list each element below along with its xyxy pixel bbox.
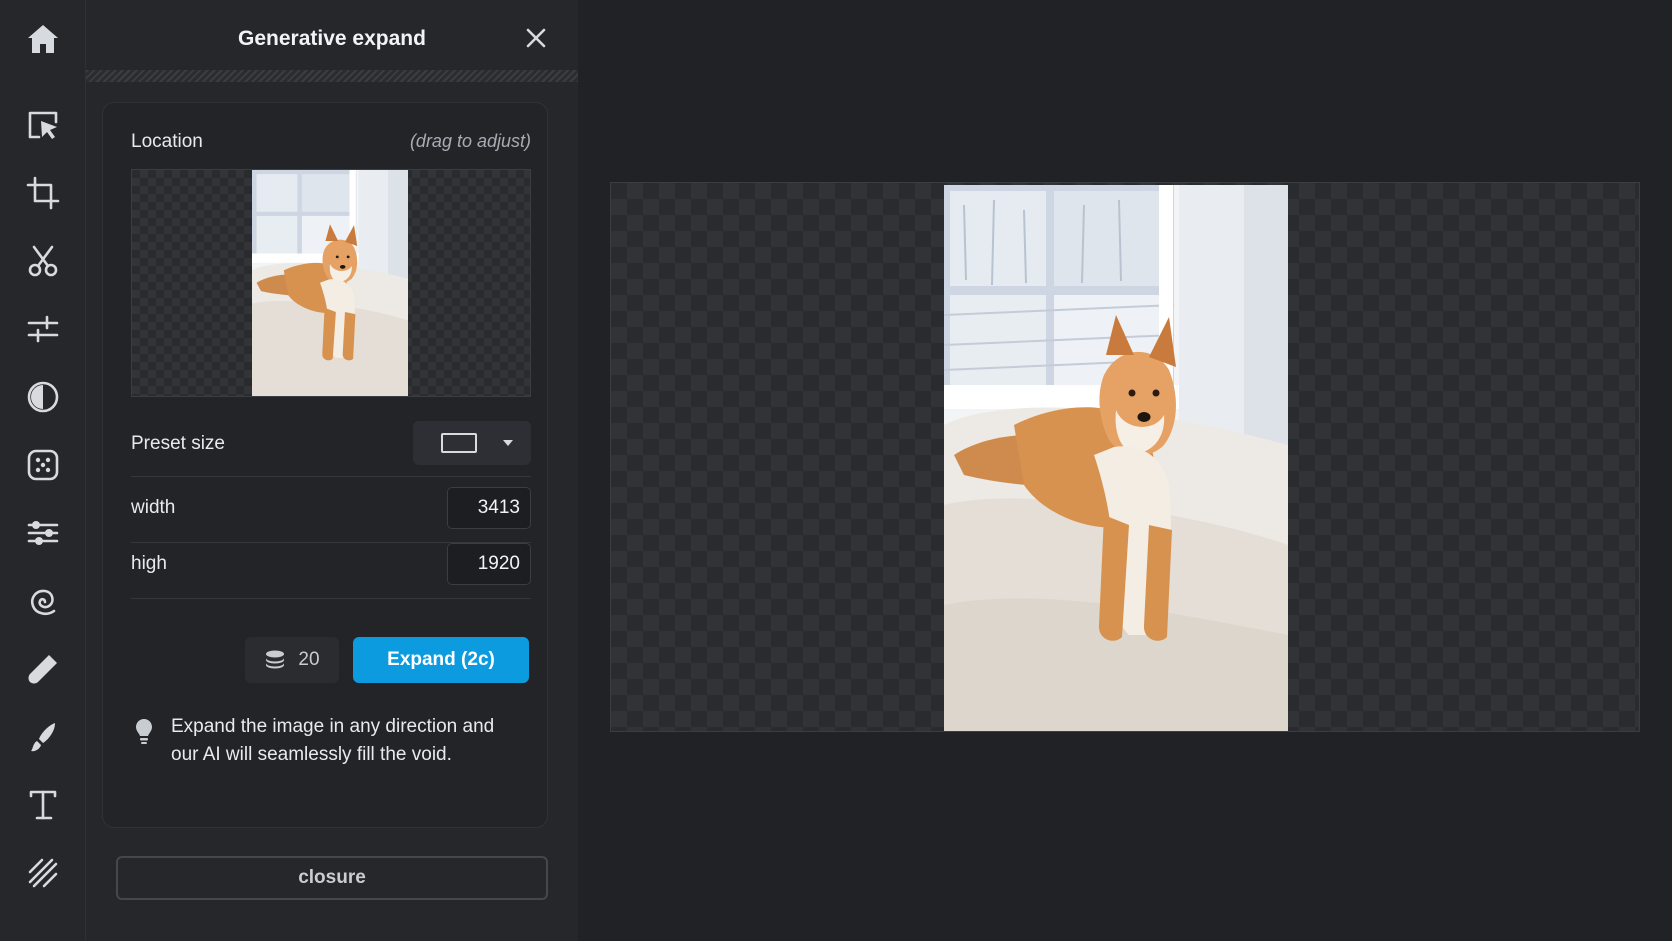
retouch-tool-button[interactable] (18, 644, 68, 694)
effects-icon (27, 521, 59, 545)
width-row: width (131, 487, 531, 543)
dog-photo[interactable] (944, 185, 1288, 731)
location-preview[interactable] (131, 169, 531, 397)
lightbulb-icon (136, 719, 152, 744)
aspect-rectangle-icon (441, 433, 477, 453)
header-divider (86, 70, 578, 82)
select-icon (28, 111, 58, 139)
panel-title: Generative expand (238, 27, 426, 50)
close-icon (526, 28, 546, 48)
canvas-area (578, 0, 1672, 941)
home-button[interactable] (18, 14, 68, 64)
credits-count: 20 (298, 649, 320, 670)
paint-tool-button[interactable] (18, 712, 68, 762)
closure-button[interactable]: closure (116, 856, 548, 900)
width-label: width (131, 497, 176, 518)
contrast-tool-button[interactable] (18, 372, 68, 422)
liquify-icon (30, 589, 56, 616)
shiba-inu-image (944, 185, 1288, 731)
location-row: Location (drag to adjust) (131, 131, 531, 153)
chevron-down-icon (503, 440, 513, 446)
expand-button[interactable]: Expand (2c) (353, 637, 529, 683)
height-row: high (131, 543, 531, 599)
preset-size-row: Preset size (131, 421, 531, 477)
location-label: Location (131, 131, 203, 152)
preview-thumbnail[interactable] (252, 170, 408, 396)
pattern-icon (28, 858, 58, 888)
filter-tool-button[interactable] (18, 440, 68, 490)
expand-canvas[interactable] (610, 182, 1640, 732)
adjust-icon (27, 315, 59, 343)
select-tool-button[interactable] (18, 100, 68, 150)
location-hint: (drag to adjust) (409, 131, 531, 151)
panel-header: Generative expand (86, 0, 578, 78)
close-panel-button[interactable] (520, 22, 552, 54)
preset-size-label: Preset size (131, 433, 225, 454)
expand-settings-card: Location (drag to adjust) Preset size wi… (102, 102, 548, 828)
preset-size-dropdown[interactable] (413, 421, 531, 465)
liquify-tool-button[interactable] (18, 576, 68, 626)
cut-tool-button[interactable] (18, 236, 68, 286)
contrast-icon (27, 381, 59, 413)
home-icon (28, 25, 58, 53)
retouch-icon (28, 655, 57, 684)
adjust-tool-button[interactable] (18, 304, 68, 354)
text-icon (29, 790, 57, 820)
text-tool-button[interactable] (18, 780, 68, 830)
width-input[interactable] (447, 487, 531, 529)
generative-expand-panel: Generative expand Location (drag to adju… (86, 0, 578, 941)
coins-icon (266, 650, 285, 669)
pattern-tool-button[interactable] (18, 848, 68, 898)
cut-icon (28, 245, 58, 277)
dog-photo-thumbnail (252, 170, 408, 396)
height-label: high (131, 553, 167, 574)
tip-text: Expand the image in any direction and ou… (171, 716, 495, 765)
crop-icon (26, 176, 60, 210)
paint-icon (31, 723, 55, 752)
filter-icon (27, 449, 59, 481)
effects-tool-button[interactable] (18, 508, 68, 558)
left-toolbar (0, 0, 86, 941)
credits-badge: 20 (245, 637, 339, 683)
height-input[interactable] (447, 543, 531, 585)
app-window: Generative expand Location (drag to adju… (0, 0, 1672, 941)
crop-tool-button[interactable] (18, 168, 68, 218)
